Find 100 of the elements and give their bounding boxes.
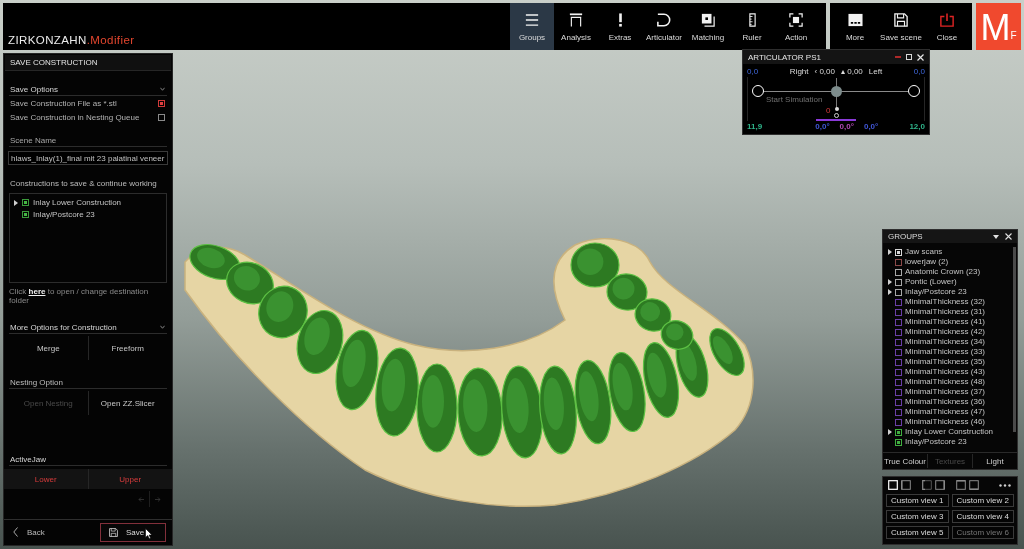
checkbox[interactable] xyxy=(895,428,902,436)
tree-item-label[interactable]: Jaw scans xyxy=(905,247,943,257)
folder-link[interactable]: here xyxy=(28,287,46,296)
custom-view-button[interactable]: Custom view 4 xyxy=(951,510,1014,523)
option-button[interactable]: Light xyxy=(972,454,1017,468)
toolbar-button[interactable]: Matching xyxy=(686,3,730,50)
custom-view-button[interactable]: Custom view 2 xyxy=(951,494,1014,507)
checkbox[interactable] xyxy=(158,113,165,121)
app-logo: ZIRKONZAHN.Modifier xyxy=(8,34,135,46)
tree-item-label[interactable]: Pontic (Lower) xyxy=(905,277,957,287)
checkbox[interactable] xyxy=(895,308,902,316)
checkbox[interactable] xyxy=(895,298,902,306)
start-simulation-button[interactable]: Start Simulation xyxy=(766,95,823,104)
toolbar-button[interactable]: Analysis xyxy=(554,3,598,50)
checkbox[interactable] xyxy=(158,99,165,107)
chevron-down-icon[interactable] xyxy=(160,87,165,91)
save-button[interactable]: Save xyxy=(100,522,166,542)
mouse-cursor-icon xyxy=(145,528,152,539)
custom-view-button[interactable]: Custom view 3 xyxy=(886,510,949,523)
toolbar-button[interactable]: Close xyxy=(924,3,970,50)
checkbox[interactable] xyxy=(895,418,902,426)
tree-item-label[interactable]: MinimalThickness (42) xyxy=(905,327,986,337)
checkbox[interactable] xyxy=(895,328,902,336)
end-handle[interactable] xyxy=(752,85,764,97)
tree-item-label[interactable]: MinimalThickness (35) xyxy=(905,357,986,367)
tree-item-label[interactable]: MinimalThickness (43) xyxy=(905,367,986,377)
chevron-down-icon[interactable] xyxy=(160,325,165,329)
option-button[interactable]: Lower xyxy=(4,469,88,489)
option-button[interactable]: Freeform xyxy=(87,336,167,360)
tree-item-label[interactable]: MinimalThickness (47) xyxy=(905,407,986,417)
tree-item-label[interactable]: MinimalThickness (32) xyxy=(905,297,986,307)
section-heading: Constructions to save & continue working xyxy=(10,179,157,188)
caret-down-icon[interactable] xyxy=(993,234,999,239)
option-button[interactable]: Open ZZ.Slicer xyxy=(87,391,167,415)
save-icon xyxy=(894,13,908,27)
option-button[interactable]: Upper xyxy=(87,469,172,489)
tree-item-label[interactable]: MinimalThickness (48) xyxy=(905,377,986,387)
exclamation-icon xyxy=(617,13,623,27)
option-button[interactable]: True Colour xyxy=(883,454,927,468)
checkbox[interactable] xyxy=(895,278,902,286)
toolbar-button[interactable]: Articulator xyxy=(642,3,686,50)
checkbox[interactable] xyxy=(895,388,902,396)
checkbox[interactable] xyxy=(895,438,902,446)
tree-item-label[interactable]: MinimalThickness (46) xyxy=(905,417,986,427)
option-button[interactable]: Merge xyxy=(9,336,88,360)
end-handle[interactable] xyxy=(908,85,920,97)
ruler-icon xyxy=(748,13,756,27)
checkbox[interactable] xyxy=(22,211,29,218)
window-title: ARTICULATOR PS1 xyxy=(748,52,822,62)
square-outline-icon[interactable] xyxy=(935,480,945,490)
checkbox[interactable] xyxy=(895,398,902,406)
toolbar-button[interactable]: Save scene xyxy=(878,3,924,50)
toolbar-button[interactable]: Ruler xyxy=(730,3,774,50)
tree-item-label[interactable]: MinimalThickness (34) xyxy=(905,337,986,347)
tree-item-label[interactable]: Inlay Lower Construction xyxy=(905,427,994,437)
tree-item-label[interactable]: Inlay Lower Construction xyxy=(33,198,122,207)
checkbox[interactable] xyxy=(895,378,902,386)
tree-item-label[interactable]: Inlay/Postcore 23 xyxy=(905,287,967,297)
checkbox[interactable] xyxy=(895,268,902,276)
tree-item-label[interactable]: Anatomic Crown (23) xyxy=(905,267,981,277)
tree-item-label[interactable]: MinimalThickness (37) xyxy=(905,387,986,397)
tree-item-label[interactable]: MinimalThickness (41) xyxy=(905,317,986,327)
checkbox[interactable] xyxy=(895,368,902,376)
square-outline-icon[interactable] xyxy=(956,480,966,490)
tree-item-label[interactable]: MinimalThickness (33) xyxy=(905,347,986,357)
toolbar-button[interactable]: Action xyxy=(774,3,818,50)
checkbox[interactable] xyxy=(895,288,902,296)
slider-thumb[interactable] xyxy=(831,86,842,97)
tree-item-label[interactable]: MinimalThickness (36) xyxy=(905,397,986,407)
toolbar-button[interactable]: Groups xyxy=(510,3,554,50)
expand-arrow-icon[interactable] xyxy=(14,199,18,206)
scrollbar[interactable] xyxy=(1013,247,1016,432)
checkbox[interactable] xyxy=(895,338,902,346)
close-icon[interactable] xyxy=(917,53,924,61)
tree-item-label[interactable]: lowerjaw (2) xyxy=(905,257,949,267)
checkbox[interactable] xyxy=(895,348,902,356)
checkbox[interactable] xyxy=(895,408,902,416)
toolbar-button[interactable]: Extras xyxy=(598,3,642,50)
checkbox[interactable] xyxy=(895,318,902,326)
reading-value: 0,0 xyxy=(913,67,925,76)
section-heading: More Options for Construction xyxy=(10,322,117,332)
tree-item-label[interactable]: MinimalThickness (31) xyxy=(905,307,986,317)
expand-arrow-icon[interactable] xyxy=(888,249,892,255)
toolbar-button[interactable]: More xyxy=(832,3,878,50)
more-icon[interactable] xyxy=(999,483,1011,487)
close-icon[interactable] xyxy=(1005,233,1012,240)
custom-view-button[interactable]: Custom view 5 xyxy=(886,526,949,539)
checkbox[interactable] xyxy=(895,358,902,366)
custom-view-button[interactable]: Custom view 1 xyxy=(886,494,949,507)
tree-item-label[interactable]: Inlay/Postcore 23 xyxy=(33,210,95,219)
maximize-icon[interactable] xyxy=(906,54,912,60)
expand-arrow-icon[interactable] xyxy=(888,429,892,435)
square-outline-icon[interactable] xyxy=(901,480,911,490)
scene-name-field[interactable]: hlaws_Inlay(1)_final mit 23 palatinal veneer xyxy=(8,151,168,165)
back-button[interactable]: Back xyxy=(13,527,45,537)
square-outline-icon[interactable] xyxy=(922,480,932,490)
square-outline-icon[interactable] xyxy=(969,480,979,490)
checkbox[interactable] xyxy=(22,199,29,206)
tree-item-label[interactable]: Inlay/Postcore 23 xyxy=(905,437,967,447)
checkbox[interactable] xyxy=(895,258,902,266)
